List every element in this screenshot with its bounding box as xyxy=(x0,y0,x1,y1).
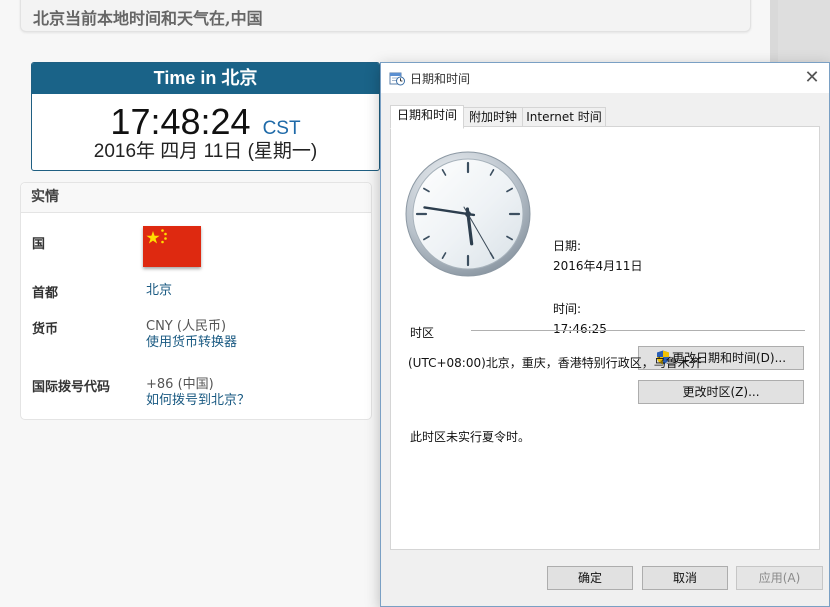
apply-button[interactable]: 应用(A) xyxy=(736,566,823,590)
analog-clock xyxy=(405,151,531,277)
capital-value[interactable]: 北京 xyxy=(146,282,172,299)
dial-code-value: +86 (中国) xyxy=(146,377,214,392)
facts-title: 实情 xyxy=(21,183,371,213)
dial-code-label: 国际拨号代码 xyxy=(32,380,111,395)
china-flag-icon xyxy=(143,226,201,267)
how-to-dial-link[interactable]: 如何拨号到北京？ xyxy=(146,392,250,409)
dst-note: 此时区未实行夏令时。 xyxy=(410,430,531,444)
dialog-titlebar[interactable]: 日期和时间 ✕ xyxy=(381,63,829,93)
dialog-title: 日期和时间 xyxy=(410,72,471,86)
cancel-button[interactable]: 取消 xyxy=(642,566,728,590)
current-date: 2016年 四月 11日 (星期一) xyxy=(93,141,318,162)
time-value: 17:46:25 xyxy=(553,322,607,336)
timezone-section-label: 时区 xyxy=(410,326,435,340)
change-timezone-button[interactable]: 更改时区(Z)... xyxy=(638,380,804,404)
ok-button[interactable]: 确定 xyxy=(547,566,633,590)
datetime-dialog: 日期和时间 ✕ 日期和时间 附加时钟 Internet 时间 日期: 2016年… xyxy=(380,62,830,607)
currency-converter-link[interactable]: 使用货币转换器 xyxy=(146,334,237,351)
page-heading: 北京当前本地时间和天气在,中国 xyxy=(33,9,263,28)
date-label: 日期: xyxy=(553,239,582,253)
timezone-value: (UTC+08:00)北京，重庆，香港特别行政区，乌鲁木齐 xyxy=(408,356,702,370)
time-widget: Time in 北京 17:48:24 CST 2016年 四月 11日 (星期一… xyxy=(31,62,380,171)
capital-label: 首都 xyxy=(32,286,59,301)
date-value: 2016年4月11日 xyxy=(553,259,643,273)
close-icon[interactable]: ✕ xyxy=(795,63,829,93)
date-time-panel: 日期: 2016年4月11日 时间: 17:46:25 更改日期和时间(D)..… xyxy=(390,126,820,550)
currency-label: 货币 xyxy=(32,322,59,337)
page-heading-card: 北京当前本地时间和天气在,中国 xyxy=(20,0,751,32)
timezone-divider xyxy=(471,330,805,331)
time-label: 时间: xyxy=(553,302,582,316)
facts-panel: 实情 国 首都 北京 货币 CNY (人民币) 使用货币转换器 国际拨号代码 +… xyxy=(20,182,372,420)
clock-center xyxy=(465,211,471,217)
tab-date-time[interactable]: 日期和时间 xyxy=(390,105,464,129)
country-label: 国 xyxy=(32,237,46,252)
currency-value: CNY (人民币) xyxy=(146,319,227,334)
datetime-app-icon xyxy=(389,70,405,86)
time-widget-title: Time in 北京 xyxy=(32,63,379,94)
